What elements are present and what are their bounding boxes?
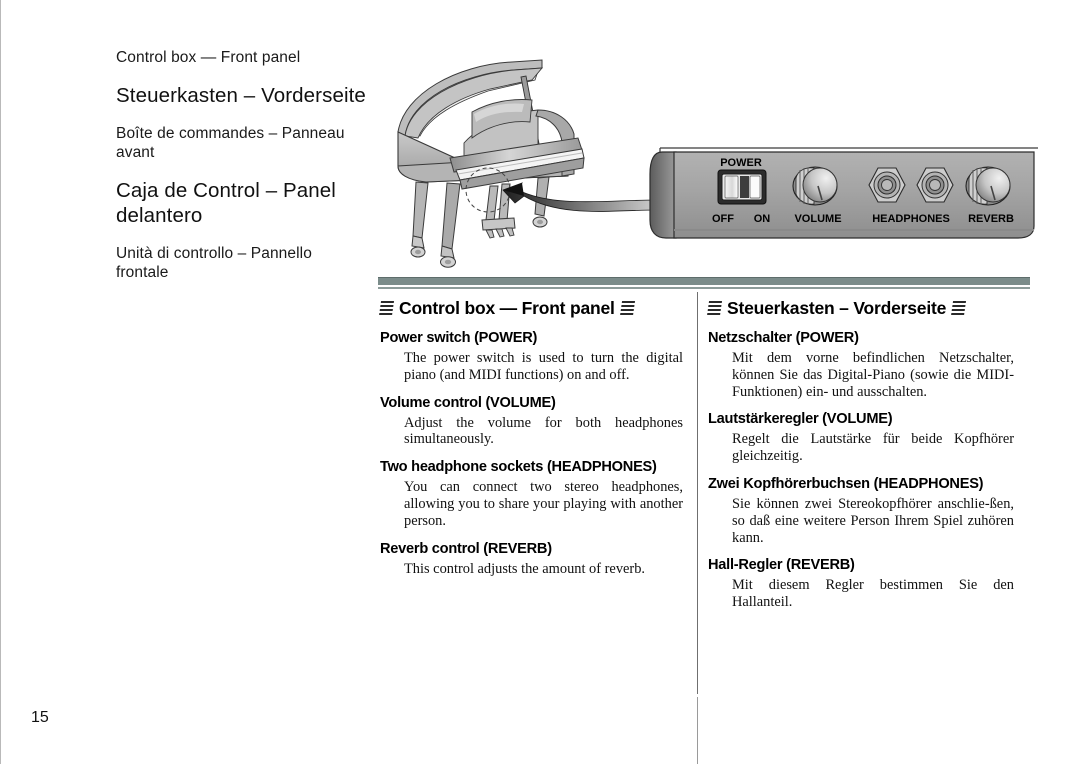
- heading-de: Steuerkasten – Vorderseite: [116, 84, 366, 107]
- column-english: Control box — Front panel Power switch (…: [378, 298, 685, 577]
- item-title-reverb-de: Hall-Regler (REVERB): [708, 557, 855, 574]
- manual-page: Control box — Front panel Steuerkasten –…: [0, 0, 1080, 764]
- section-heading-german-text: Steuerkasten – Vorderseite: [727, 298, 947, 318]
- section-heading-english: Control box — Front panel: [378, 298, 685, 319]
- item-title-volume-en: Volume control (VOLUME): [380, 394, 556, 411]
- item-body-headphones-de: Sie können zwei Stereokopfhörer anschlie…: [732, 495, 1014, 546]
- section-heading-english-text: Control box — Front panel: [399, 298, 615, 318]
- item-body-headphones-en: You can connect two stereo headphones, a…: [404, 479, 683, 529]
- heading-it: Unità di controllo – Pannello frontale: [116, 245, 312, 281]
- headphones-label: HEADPHONES: [872, 213, 950, 225]
- callout-arrow: [502, 182, 658, 212]
- control-box-illustration: POWER OFF ON VOLUME HEADPHONES REVERB: [648, 140, 1038, 270]
- section-heading-german: Steuerkasten – Vorderseite: [706, 298, 1016, 319]
- stripes-icon-left: [378, 301, 395, 316]
- heading-es: Caja de Control – Panel delantero: [116, 179, 336, 227]
- column-german: Steuerkasten – Vorderseite Netzschalter …: [706, 298, 1016, 611]
- item-body-power-de: Mit dem vorne befindlichen Netzschalter,…: [732, 350, 1014, 400]
- reverb-knob: [965, 166, 1011, 206]
- stripes-icon-right: [951, 301, 967, 316]
- item-title-reverb-en: Reverb control (REVERB): [380, 540, 552, 557]
- item-title-volume-de: Lautstärkeregler (VOLUME): [708, 411, 893, 428]
- item-body-reverb-de: Mit diesem Regler bestimmen Sie den Hall…: [732, 577, 1014, 611]
- reverb-label: REVERB: [968, 213, 1014, 225]
- item-title-headphones-de: Zwei Kopfhörerbuchsen (HEADPHONES): [708, 475, 984, 492]
- item-body-volume-de: Regelt die Lautstärke für beide Kopfhöre…: [732, 431, 1014, 465]
- off-label: OFF: [712, 213, 734, 225]
- power-label: POWER: [720, 157, 762, 169]
- item-title-power-de: Netzschalter (POWER): [708, 330, 859, 346]
- item-body-power-en: The power switch is used to turn the dig…: [404, 350, 683, 383]
- heading-en: Control box — Front panel: [116, 49, 301, 66]
- language-headings: Control box — Front panel Steuerkasten –…: [116, 48, 366, 282]
- item-title-power-en: Power switch (POWER): [380, 330, 538, 346]
- page-spine-line: [0, 0, 1, 764]
- footer-gutter-line: [697, 697, 698, 764]
- item-body-reverb-en: This control adjusts the amount of rever…: [404, 560, 645, 577]
- volume-label: VOLUME: [794, 213, 841, 225]
- grand-piano-illustration: [372, 50, 672, 282]
- stripes-icon-left: [706, 301, 723, 316]
- on-label: ON: [754, 213, 771, 225]
- volume-knob: [792, 166, 838, 206]
- item-body-volume-en: Adjust the volume for both headphones si…: [404, 414, 683, 448]
- item-title-headphones-en: Two headphone sockets (HEADPHONES): [380, 459, 657, 476]
- page-number: 15: [31, 709, 49, 726]
- column-divider: [697, 292, 698, 694]
- section-rule: [378, 277, 1030, 289]
- stripes-icon-right: [619, 301, 635, 316]
- heading-fr: Boîte de commandes – Panneau avant: [116, 125, 345, 161]
